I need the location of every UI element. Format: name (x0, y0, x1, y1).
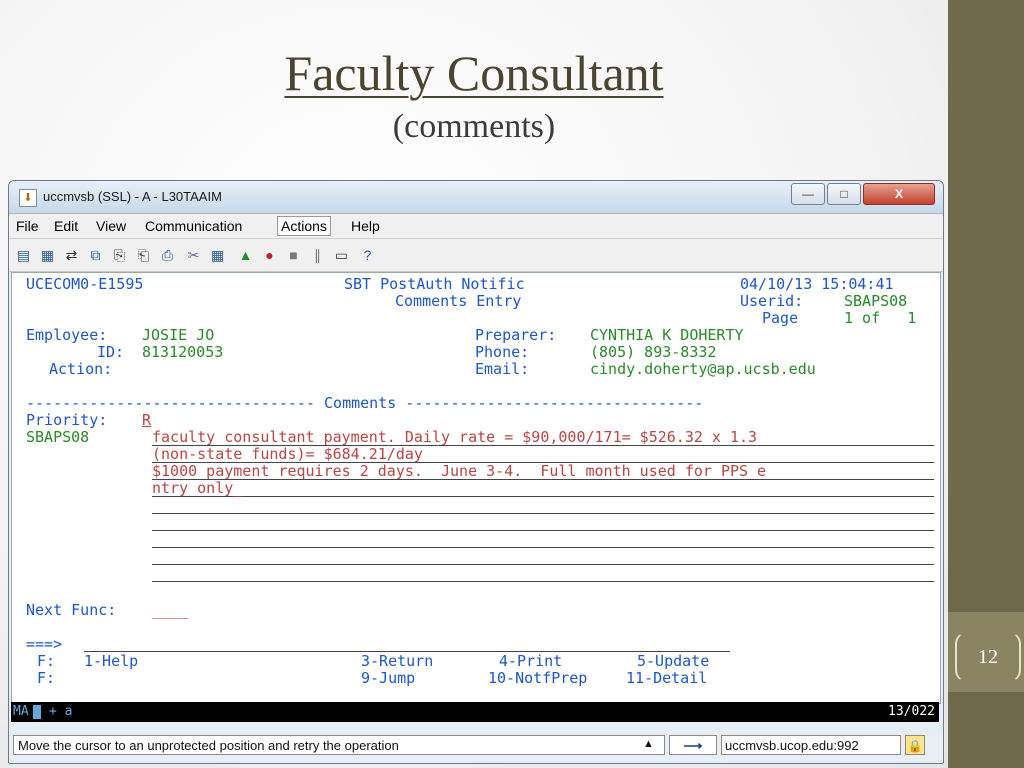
slide-page-number: 12 (955, 632, 1021, 682)
play-macro-icon[interactable]: ▲ (237, 247, 254, 264)
help-icon[interactable]: ? (359, 247, 376, 264)
id-value: 813120053 (142, 343, 224, 361)
comment-line[interactable] (152, 496, 934, 514)
receive-screen-icon[interactable]: ▦ (39, 247, 56, 264)
datetime: 04/10/13 15:04:41 (740, 275, 894, 293)
fkey-row2-label: F: (37, 669, 56, 687)
id-label: ID: (97, 343, 125, 361)
connect-icon[interactable]: ⧉ (87, 247, 104, 264)
next-func-label: Next Func: (26, 601, 117, 619)
window-title: uccmvsb (SSL) - A - L30TAAIM (43, 189, 222, 204)
fkey-help[interactable]: 1-Help (84, 652, 138, 670)
phone-value: (805) 893-8332 (590, 343, 717, 361)
page-value: 1 of 1 (844, 309, 917, 327)
app-icon: ⬇ (19, 189, 37, 207)
screen-title: Comments Entry (395, 292, 522, 310)
maximize-button[interactable]: □ (827, 183, 861, 205)
slide-subtitle: (comments) (392, 108, 556, 145)
menu-communication[interactable]: Communication (142, 217, 245, 235)
priority-field[interactable]: R (142, 411, 151, 429)
menu-edit[interactable]: Edit (51, 217, 81, 235)
comment-user: SBAPS08 (26, 428, 90, 446)
paste-icon[interactable]: ⎗ (135, 247, 152, 264)
fkey-print[interactable]: 4-Print (499, 652, 562, 670)
fkey-return[interactable]: 3-Return (361, 652, 433, 670)
close-button[interactable]: X (863, 183, 935, 205)
keypad-icon[interactable]: ▦ (209, 247, 226, 264)
pause-macro-icon[interactable]: ∥ (309, 247, 326, 264)
terminal-screen[interactable]: UCECOM0-E1595 SBT PostAuth Notific 04/10… (11, 272, 941, 704)
email-value: cindy.doherty@ap.ucsb.edu (590, 360, 816, 378)
userid-label: Userid: (740, 292, 804, 310)
menu-view[interactable]: View (93, 217, 129, 235)
next-func-field[interactable]: ____ (152, 601, 188, 619)
comment-line[interactable] (152, 513, 934, 531)
transfer-icon[interactable]: ⇄ (63, 247, 80, 264)
status-bar: Move the cursor to an unprotected positi… (9, 731, 943, 761)
fkey-jump[interactable]: 9-Jump (361, 669, 415, 687)
fkey-update[interactable]: 5-Update (637, 652, 709, 670)
screen-id: UCECOM0-E1595 (26, 275, 144, 293)
comment-line[interactable]: ntry only_ (152, 479, 934, 497)
system-title: SBT PostAuth Notific (344, 275, 525, 293)
triangle-up-icon[interactable]: ▲ (643, 738, 654, 750)
email-label: Email: (475, 360, 530, 378)
status-message: Move the cursor to an unprotected positi… (13, 735, 665, 755)
comments-separator: -------------------------------- Comment… (26, 394, 704, 412)
comment-line[interactable] (152, 564, 934, 582)
preparer-label: Preparer: (475, 326, 557, 344)
fkey-row1-label: F: (37, 652, 56, 670)
oia-indicator (33, 705, 41, 719)
menu-actions[interactable]: Actions (277, 216, 331, 236)
employee-label: Employee: (26, 326, 108, 344)
operator-info-area: MA + a 13/022 (11, 702, 939, 722)
comment-line[interactable]: (non-state funds)= $684.21/day (152, 445, 934, 463)
menu-help[interactable]: Help (348, 217, 383, 235)
window-titlebar[interactable]: ⬇ uccmvsb (SSL) - A - L30TAAIM — □ X (9, 181, 943, 214)
oia-mode: MA (13, 704, 29, 719)
toolbar: ▤ ▦ ⇄ ⧉ ⎘ ⎗ ⎙ ✂ ▦ ▲ ● ■ ∥ ▭ ? (9, 239, 943, 272)
cursor-position: 13/022 (888, 704, 935, 719)
menu-file[interactable]: File (13, 217, 42, 235)
oia-status: + a (49, 704, 73, 719)
terminal-emulator-window: ⬇ uccmvsb (SSL) - A - L30TAAIM — □ X Fil… (8, 180, 944, 764)
comment-line[interactable] (152, 530, 934, 548)
record-macro-icon[interactable]: ● (261, 247, 278, 264)
userid-value: SBAPS08 (844, 292, 908, 310)
comment-line[interactable]: $1000 payment requires 2 days. June 3-4.… (152, 462, 934, 480)
preparer-value: CYNTHIA K DOHERTY (590, 326, 744, 344)
copy-icon[interactable]: ⎘ (111, 247, 128, 264)
fkey-detail[interactable]: 11-Detail (626, 669, 707, 687)
display-icon[interactable]: ▭ (333, 247, 350, 264)
action-label: Action: (49, 360, 113, 378)
employee-value: JOSIE JO (142, 326, 215, 344)
minimize-button[interactable]: — (791, 183, 825, 205)
command-input[interactable] (84, 635, 730, 652)
page-label: Page (762, 309, 799, 327)
menu-bar: File Edit View Communication Actions Hel… (9, 214, 943, 239)
stop-macro-icon[interactable]: ■ (285, 247, 302, 264)
macro-icon[interactable]: ✂ (185, 247, 202, 264)
comment-line[interactable]: faculty consultant payment. Daily rate =… (152, 428, 934, 446)
comment-line[interactable] (152, 547, 934, 565)
lock-icon: 🔒 (905, 735, 925, 755)
connection-icon: ⟶ (669, 735, 717, 755)
priority-label: Priority: (26, 411, 108, 429)
print-screen-icon[interactable]: ⎙ (159, 247, 176, 264)
fkey-notfprep[interactable]: 10-NotfPrep (488, 669, 587, 687)
slide-title: Faculty Consultant (284, 45, 664, 101)
host-address: uccmvsb.ucop.edu:992 (721, 735, 901, 755)
phone-label: Phone: (475, 343, 530, 361)
command-prompt: ===> (26, 635, 63, 653)
send-screen-icon[interactable]: ▤ (15, 247, 32, 264)
